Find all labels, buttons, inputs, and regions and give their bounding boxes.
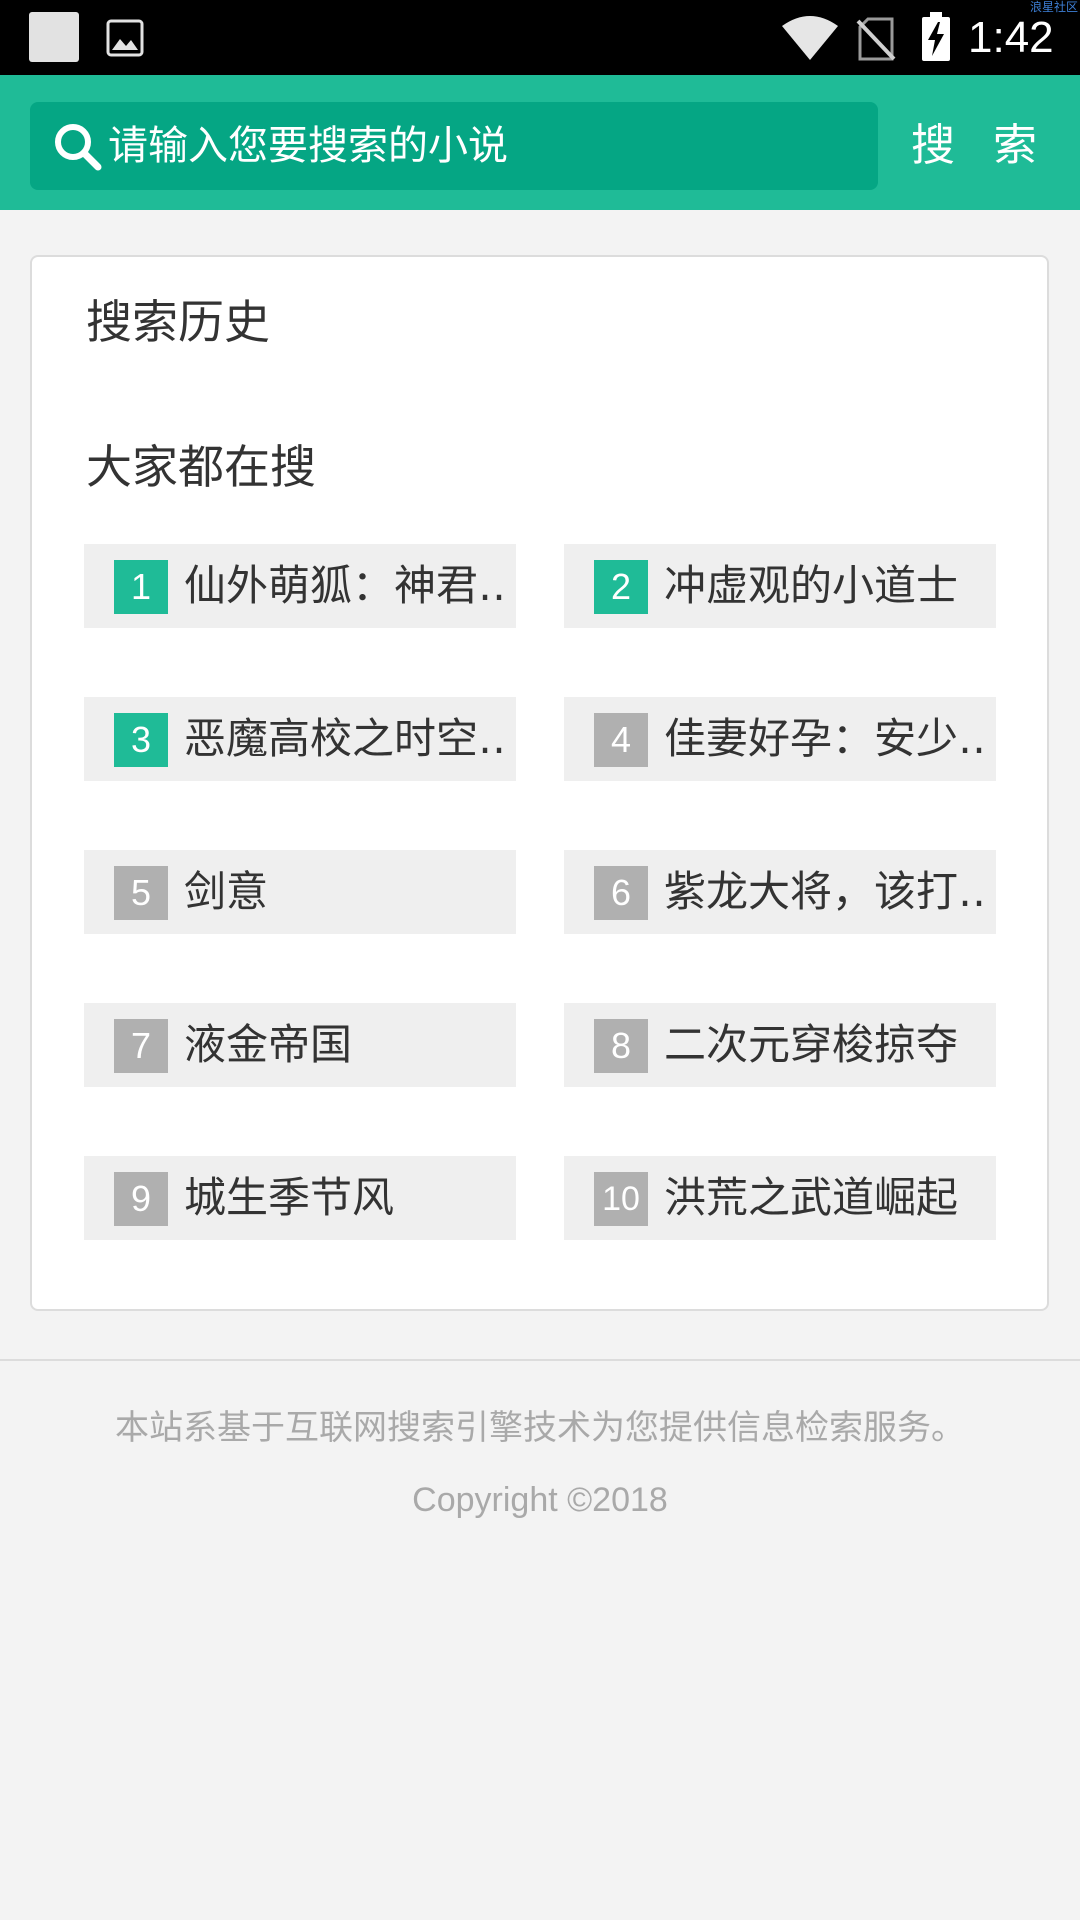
search-button[interactable]: 搜 索 — [900, 102, 1060, 190]
trending-item-title: 紫龙大将，该打… — [664, 867, 984, 916]
image-notification-icon — [106, 19, 144, 57]
footer-copyright: Copyright ©2018 — [412, 1481, 668, 1519]
search-placeholder: 请输入您要搜索的小说 — [108, 123, 508, 169]
search-history-title: 搜索历史 — [86, 295, 270, 349]
trending-item-title: 液金帝国 — [184, 1020, 353, 1069]
trending-item[interactable]: 4 佳妻好孕：安少… — [564, 697, 996, 781]
rank-badge: 4 — [594, 713, 648, 767]
rank-badge: 5 — [114, 866, 168, 920]
search-icon — [55, 124, 102, 171]
search-header: 请输入您要搜索的小说 搜 索 — [0, 75, 1080, 210]
wifi-icon — [782, 16, 838, 60]
footer-divider — [0, 1359, 1080, 1361]
rank-badge: 2 — [594, 560, 648, 614]
trending-item-title: 剑意 — [184, 867, 269, 916]
rank-badge: 9 — [114, 1172, 168, 1226]
rank-badge: 7 — [114, 1019, 168, 1073]
trending-item[interactable]: 2 冲虚观的小道士 — [564, 544, 996, 628]
rank-badge: 6 — [594, 866, 648, 920]
notification-icon — [29, 12, 79, 62]
trending-item[interactable]: 8 二次元穿梭掠夺 — [564, 1003, 996, 1087]
trending-item[interactable]: 7 液金帝国 — [84, 1003, 516, 1087]
trending-item-title: 冲虚观的小道士 — [664, 561, 959, 610]
trending-item[interactable]: 3 恶魔高校之时空… — [84, 697, 516, 781]
clock: 1:42 — [968, 13, 1054, 62]
trending-item-title: 恶魔高校之时空… — [184, 714, 504, 763]
no-sim-icon — [856, 17, 896, 61]
rank-badge: 8 — [594, 1019, 648, 1073]
rank-badge: 10 — [594, 1172, 648, 1226]
trending-item[interactable]: 1 仙外萌狐：神君… — [84, 544, 516, 628]
trending-item[interactable]: 6 紫龙大将，该打… — [564, 850, 996, 934]
rank-badge: 3 — [114, 713, 168, 767]
status-bar: 1:42 浪星社区 — [0, 0, 1080, 75]
trending-item-title: 二次元穿梭掠夺 — [664, 1020, 959, 1069]
trending-item[interactable]: 5 剑意 — [84, 850, 516, 934]
trending-item-title: 洪荒之武道崛起 — [664, 1173, 959, 1222]
trending-searches-title: 大家都在搜 — [86, 440, 316, 494]
watermark-text: 浪星社区 — [1029, 0, 1078, 14]
search-panel: 搜索历史 大家都在搜 1 仙外萌狐：神君… 2 冲虚观的小道士 3 恶魔高校之时空… 4 佳妻… — [30, 255, 1049, 1311]
search-input[interactable]: 请输入您要搜索的小说 — [30, 102, 878, 190]
rank-badge: 1 — [114, 560, 168, 614]
trending-item-title: 佳妻好孕：安少… — [664, 714, 984, 763]
footer-disclaimer: 本站系基于互联网搜索引擎技术为您提供信息检索服务。 — [115, 1408, 965, 1448]
trending-item-title: 仙外萌狐：神君… — [184, 561, 504, 610]
trending-item[interactable]: 10 洪荒之武道崛起 — [564, 1156, 996, 1240]
battery-charging-icon — [922, 12, 950, 61]
trending-item[interactable]: 9 城生季节风 — [84, 1156, 516, 1240]
trending-item-title: 城生季节风 — [184, 1173, 395, 1222]
